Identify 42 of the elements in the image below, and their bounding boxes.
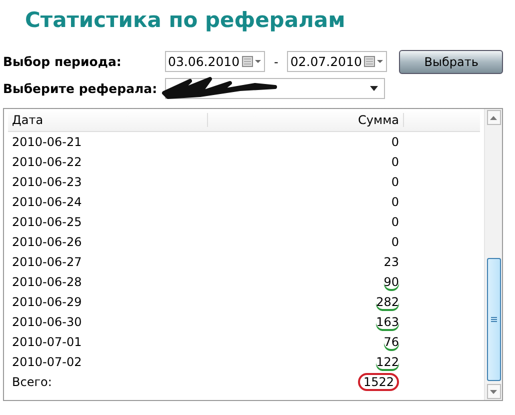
grip-icon [490, 317, 496, 322]
table-cell: 163 [376, 315, 399, 329]
period-label: Выбор периода: [3, 54, 122, 69]
table-cell-text: 2010-06-23 [11, 175, 83, 189]
scrollbar[interactable] [484, 109, 502, 400]
table-cell: 23 [384, 255, 399, 269]
table-cell: 0 [391, 235, 399, 249]
total-label: Всего: [11, 375, 53, 389]
table-cell-text: 2010-06-28 [11, 275, 83, 289]
dropdown-arrow-icon [370, 86, 378, 91]
table-cell: 0 [391, 215, 399, 229]
table-cell-text: 2010-06-26 [11, 235, 83, 249]
table-cell: 0 [391, 175, 399, 189]
table-cell-text: 2010-07-01 [11, 335, 83, 349]
table-cell-text: 2010-07-02 [11, 355, 83, 369]
calendar-icon[interactable] [364, 56, 384, 67]
referral-label: Выберите реферала: [3, 81, 158, 96]
date-separator: - [274, 54, 278, 68]
select-button[interactable]: Выбрать [399, 50, 504, 74]
table-cell-text: 2010-06-27 [11, 255, 83, 269]
table-cell: 122 [376, 355, 399, 369]
page-title: Статистика по рефералам [24, 7, 346, 34]
table-cell: 90 [384, 275, 399, 289]
table-cell: 0 [391, 195, 399, 209]
total-value: 1522 [358, 373, 399, 391]
calendar-icon[interactable] [242, 56, 262, 67]
table-cell: 0 [391, 135, 399, 149]
column-header[interactable]: Дата [8, 113, 208, 127]
table-cell-text: 2010-06-25 [11, 215, 83, 229]
scroll-up-icon[interactable] [490, 116, 497, 120]
table-cell-text: 2010-06-22 [11, 155, 83, 169]
column-header[interactable]: Сумма [208, 113, 404, 127]
scroll-down-icon[interactable] [490, 390, 497, 394]
date-from-field[interactable]: 03.06.2010 [165, 51, 265, 72]
table-cell-text: 2010-06-24 [11, 195, 83, 209]
table-cell: 282 [376, 295, 399, 309]
table-cell-text: 2010-06-29 [11, 295, 83, 309]
table-cell-text: 2010-06-21 [11, 135, 83, 149]
table-cell: 0 [391, 155, 399, 169]
date-to-field[interactable]: 02.07.2010 [287, 51, 388, 72]
table-cell: 76 [384, 335, 399, 349]
table-cell-text: 2010-06-30 [11, 315, 83, 329]
